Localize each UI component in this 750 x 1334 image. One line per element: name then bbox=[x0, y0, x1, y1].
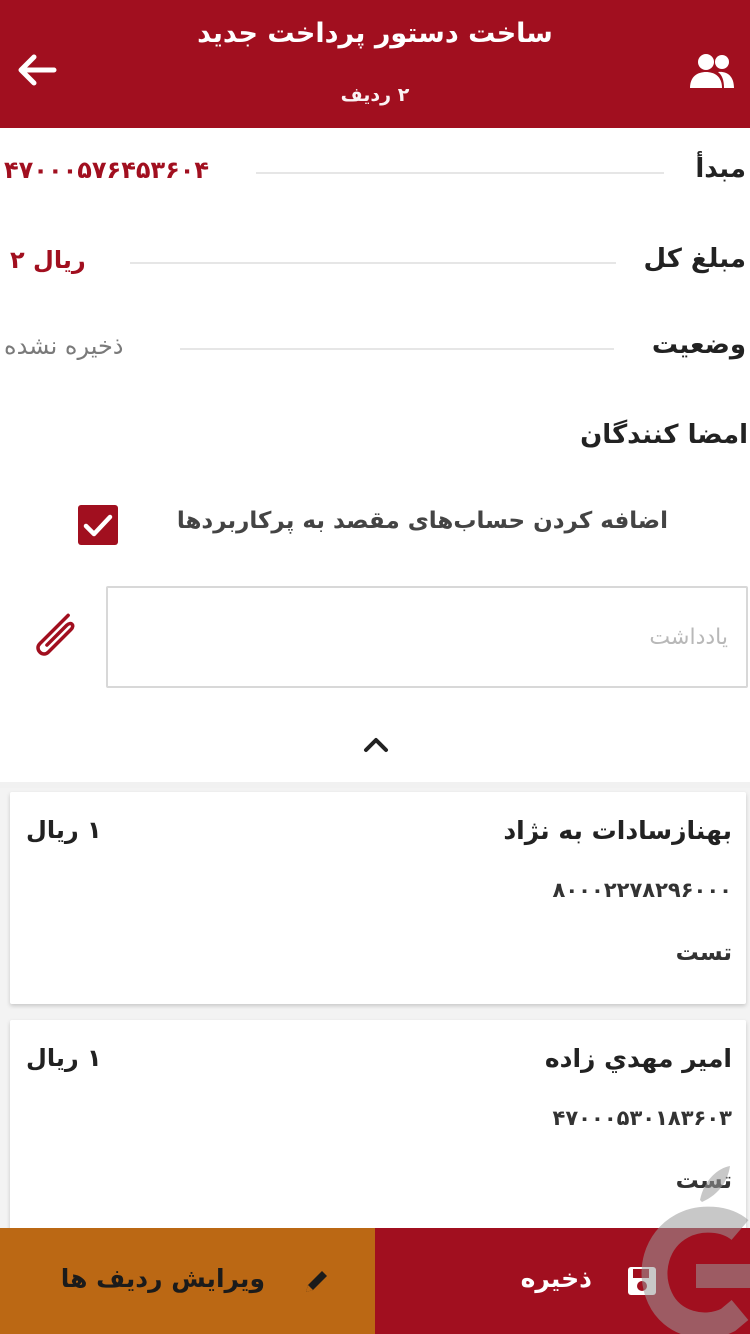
row-account-number: ۴۷۰۰۰۵۳۰۱۸۳۶۰۳ bbox=[552, 1106, 732, 1130]
row-account-number: ۸۰۰۰۲۲۷۸۲۹۶۰۰۰ bbox=[552, 878, 732, 902]
list-item[interactable]: بهنازسادات به نژاد ۱ ریال ۸۰۰۰۲۲۷۸۲۹۶۰۰۰… bbox=[10, 792, 746, 1004]
add-destinations-label[interactable]: اضافه کردن حساب‌های مقصد به پرکاربردها bbox=[177, 508, 668, 534]
pencil-icon bbox=[306, 1271, 327, 1292]
list-item[interactable]: امير مهدي زاده ۱ ریال ۴۷۰۰۰۵۳۰۱۸۳۶۰۳ تست bbox=[10, 1020, 746, 1232]
row-description: تست bbox=[675, 940, 732, 966]
total-amount-value: ۲ ریال bbox=[10, 246, 86, 274]
source-row: مبدأ ۴۷۰۰۰۵۷۶۴۵۳۶۰۴ bbox=[0, 142, 750, 202]
row-amount: ۱ ریال bbox=[26, 816, 102, 844]
status-value: ذخیره نشده bbox=[4, 332, 124, 360]
source-label: مبدأ bbox=[695, 154, 746, 184]
signers-heading[interactable]: امضا کنندگان bbox=[580, 420, 748, 450]
total-row: مبلغ کل ۲ ریال bbox=[0, 232, 750, 292]
add-destinations-checkbox[interactable] bbox=[78, 505, 118, 545]
bottom-action-bar: ویرایش ردیف ها ذخیره bbox=[0, 1228, 750, 1334]
status-row: وضعیت ذخیره نشده bbox=[0, 318, 750, 378]
app-bar: ساخت دستور پرداخت جدید ۲ ردیف bbox=[0, 0, 750, 128]
page-title: ساخت دستور پرداخت جدید bbox=[197, 18, 553, 49]
row-recipient-name: بهنازسادات به نژاد bbox=[503, 816, 732, 845]
chevron-up-icon[interactable] bbox=[360, 730, 392, 758]
total-divider bbox=[130, 262, 616, 264]
row-recipient-name: امير مهدي زاده bbox=[544, 1044, 732, 1073]
note-input[interactable] bbox=[106, 586, 748, 688]
floppy-disk-icon bbox=[628, 1267, 656, 1295]
check-icon bbox=[83, 514, 113, 537]
back-arrow-icon[interactable] bbox=[14, 48, 58, 92]
save-label: ذخیره bbox=[520, 1264, 592, 1293]
status-label: وضعیت bbox=[651, 330, 746, 360]
edit-rows-label: ویرایش ردیف ها bbox=[60, 1264, 265, 1293]
total-amount-label: مبلغ کل bbox=[643, 244, 746, 274]
row-description: تست bbox=[675, 1168, 732, 1194]
row-amount: ۱ ریال bbox=[26, 1044, 102, 1072]
source-account-value: ۴۷۰۰۰۵۷۶۴۵۳۶۰۴ bbox=[4, 156, 210, 184]
paperclip-icon[interactable] bbox=[24, 608, 84, 668]
status-divider bbox=[180, 348, 614, 350]
edit-rows-button[interactable]: ویرایش ردیف ها bbox=[0, 1228, 375, 1334]
row-count: ۲ ردیف bbox=[340, 84, 410, 106]
users-icon[interactable] bbox=[688, 52, 736, 90]
save-button[interactable]: ذخیره bbox=[375, 1228, 750, 1334]
source-divider bbox=[256, 172, 664, 174]
